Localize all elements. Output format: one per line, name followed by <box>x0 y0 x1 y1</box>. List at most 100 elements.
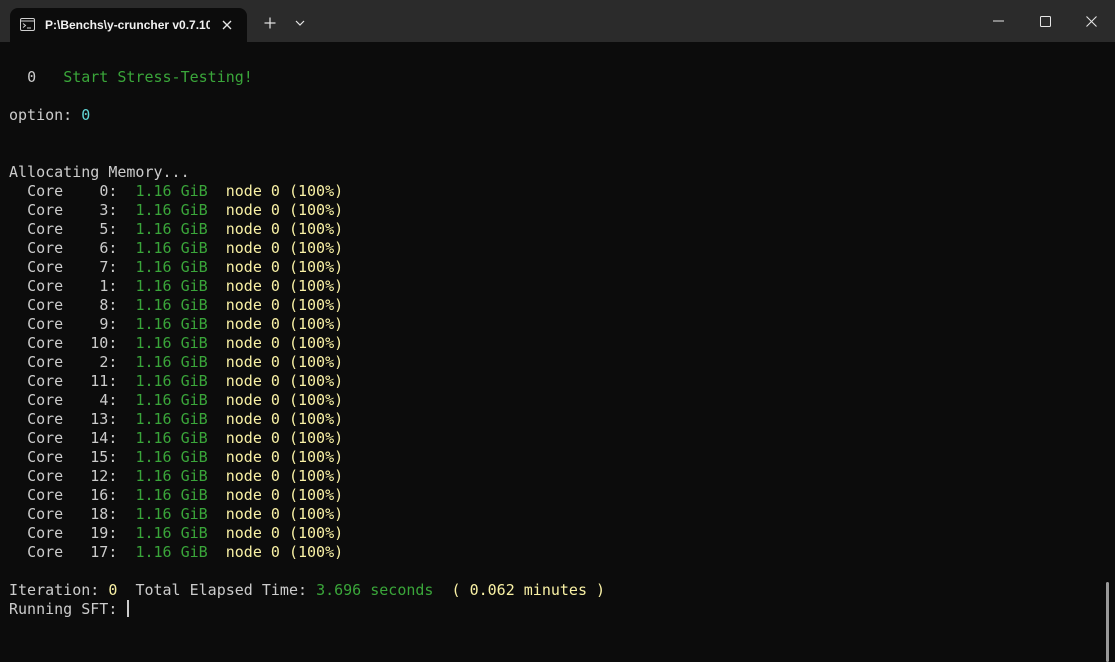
core-label: Core <box>27 524 64 542</box>
option-label: option: <box>9 106 73 124</box>
menu-number: 0 <box>27 68 37 86</box>
core-id: 12: <box>90 467 118 485</box>
core-id: 9: <box>99 315 118 333</box>
menu-label: Start Stress-Testing! <box>63 68 253 86</box>
core-label: Core <box>27 334 64 352</box>
core-label: Core <box>27 258 64 276</box>
core-row: Core 1: 1.16 GiB node 0 (100%) <box>9 277 343 296</box>
core-id: 5: <box>99 220 118 238</box>
core-id: 8: <box>99 296 118 314</box>
core-row: Core 19: 1.16 GiB node 0 (100%) <box>9 524 343 543</box>
core-memory: 1.16 GiB <box>135 239 208 257</box>
core-label: Core <box>27 448 64 466</box>
core-memory: 1.16 GiB <box>135 524 208 542</box>
minimize-icon[interactable] <box>975 0 1021 42</box>
core-label: Core <box>27 467 64 485</box>
core-node: node 0 (100%) <box>225 334 344 352</box>
allocating-memory-text: Allocating Memory... <box>9 163 190 181</box>
maximize-icon[interactable] <box>1022 0 1068 42</box>
core-node: node 0 (100%) <box>225 543 344 561</box>
core-label: Core <box>27 372 64 390</box>
core-id: 16: <box>90 486 118 504</box>
core-label: Core <box>27 543 64 561</box>
core-label: Core <box>27 277 64 295</box>
core-memory: 1.16 GiB <box>135 486 208 504</box>
core-row: Core 12: 1.16 GiB node 0 (100%) <box>9 467 343 486</box>
core-row: Core 8: 1.16 GiB node 0 (100%) <box>9 296 343 315</box>
core-node: node 0 (100%) <box>225 505 344 523</box>
core-memory: 1.16 GiB <box>135 410 208 428</box>
core-node: node 0 (100%) <box>225 524 344 542</box>
core-memory: 1.16 GiB <box>135 296 208 314</box>
core-label: Core <box>27 182 64 200</box>
core-node: node 0 (100%) <box>225 486 344 504</box>
option-value: 0 <box>81 106 91 124</box>
core-id: 0: <box>99 182 118 200</box>
core-label: Core <box>27 486 64 504</box>
core-row: Core 17: 1.16 GiB node 0 (100%) <box>9 543 343 562</box>
core-id: 1: <box>99 277 118 295</box>
core-label: Core <box>27 315 64 333</box>
core-id: 11: <box>90 372 118 390</box>
core-id: 15: <box>90 448 118 466</box>
scrollbar-thumb[interactable] <box>1106 582 1109 662</box>
core-memory: 1.16 GiB <box>135 505 208 523</box>
core-label: Core <box>27 429 64 447</box>
core-node: node 0 (100%) <box>225 201 344 219</box>
tab-close-icon[interactable] <box>218 16 236 34</box>
running-label: Running SFT: <box>9 600 118 618</box>
core-node: node 0 (100%) <box>225 391 344 409</box>
core-node: node 0 (100%) <box>225 448 344 466</box>
core-allocation-list: Core 0: 1.16 GiB node 0 (100%) Core 3: 1… <box>9 182 343 562</box>
core-label: Core <box>27 505 64 523</box>
terminal-window: P:\Benchs\y-cruncher v0.7.10.9 0 Start S… <box>0 0 1115 662</box>
iteration-label: Iteration: <box>9 581 100 599</box>
core-label: Core <box>27 239 64 257</box>
elapsed-seconds: 3.696 seconds <box>316 581 434 599</box>
core-id: 7: <box>99 258 118 276</box>
core-node: node 0 (100%) <box>225 353 344 371</box>
chevron-down-icon[interactable] <box>289 12 311 34</box>
core-node: node 0 (100%) <box>225 315 344 333</box>
core-memory: 1.16 GiB <box>135 182 208 200</box>
core-node: node 0 (100%) <box>225 467 344 485</box>
core-row: Core 9: 1.16 GiB node 0 (100%) <box>9 315 343 334</box>
core-memory: 1.16 GiB <box>135 334 208 352</box>
close-icon[interactable] <box>1068 0 1114 42</box>
core-id: 19: <box>90 524 118 542</box>
title-bar[interactable]: P:\Benchs\y-cruncher v0.7.10.9 <box>0 0 1115 42</box>
core-id: 4: <box>99 391 118 409</box>
core-node: node 0 (100%) <box>225 410 344 428</box>
tab-title: P:\Benchs\y-cruncher v0.7.10.9 <box>45 18 210 32</box>
core-memory: 1.16 GiB <box>135 543 208 561</box>
menu-line: 0 Start Stress-Testing! <box>9 68 253 87</box>
core-row: Core 2: 1.16 GiB node 0 (100%) <box>9 353 343 372</box>
text-cursor <box>127 600 130 617</box>
iteration-line: Iteration: 0 Total Elapsed Time: 3.696 s… <box>9 581 605 600</box>
core-label: Core <box>27 410 64 428</box>
terminal-output[interactable]: 0 Start Stress-Testing! option: 0 Alloca… <box>0 42 1109 662</box>
core-id: 17: <box>90 543 118 561</box>
core-row: Core 0: 1.16 GiB node 0 (100%) <box>9 182 343 201</box>
core-label: Core <box>27 296 64 314</box>
core-node: node 0 (100%) <box>225 239 344 257</box>
new-tab-plus-icon[interactable] <box>259 12 281 34</box>
core-memory: 1.16 GiB <box>135 353 208 371</box>
core-id: 3: <box>99 201 118 219</box>
core-label: Core <box>27 391 64 409</box>
core-row: Core 14: 1.16 GiB node 0 (100%) <box>9 429 343 448</box>
core-node: node 0 (100%) <box>225 182 344 200</box>
core-memory: 1.16 GiB <box>135 372 208 390</box>
core-row: Core 13: 1.16 GiB node 0 (100%) <box>9 410 343 429</box>
core-node: node 0 (100%) <box>225 429 344 447</box>
core-row: Core 6: 1.16 GiB node 0 (100%) <box>9 239 343 258</box>
core-id: 10: <box>90 334 118 352</box>
tab-y-cruncher[interactable]: P:\Benchs\y-cruncher v0.7.10.9 <box>10 8 247 42</box>
core-memory: 1.16 GiB <box>135 258 208 276</box>
core-id: 13: <box>90 410 118 428</box>
core-row: Core 5: 1.16 GiB node 0 (100%) <box>9 220 343 239</box>
core-memory: 1.16 GiB <box>135 391 208 409</box>
core-node: node 0 (100%) <box>225 277 344 295</box>
core-node: node 0 (100%) <box>225 258 344 276</box>
option-line: option: 0 <box>9 106 90 125</box>
